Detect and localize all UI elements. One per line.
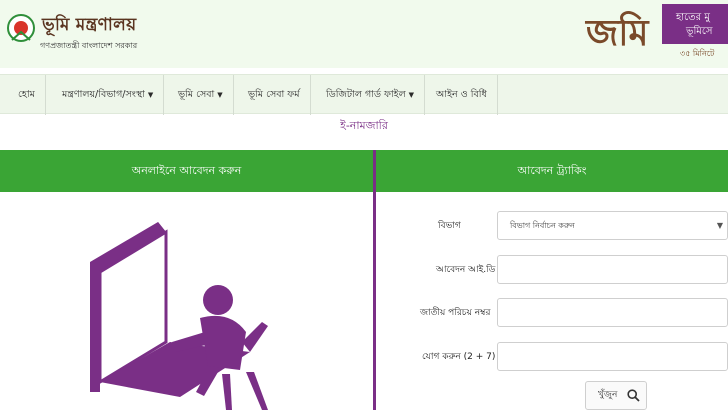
search-button[interactable]: খুঁজুন xyxy=(585,381,647,410)
nav-item-digital-guard-file[interactable]: ডিজিটাল গার্ড ফাইল ▼ xyxy=(316,75,426,115)
nid-label: জাতীয় পরিচয় নম্বর xyxy=(420,308,491,318)
nav-item-label: আইন ও বিধি xyxy=(436,89,487,100)
search-icon xyxy=(627,389,640,402)
ministry-title[interactable]: ভূমি মন্ত্রণালয় xyxy=(42,12,136,40)
bangladesh-emblem-icon[interactable] xyxy=(6,8,36,48)
division-select-value: বিভাগ নির্বাচন করুন xyxy=(510,221,575,230)
site-header: ভূমি মন্ত্রণালয় গণপ্রজাতন্ত্রী বাংলাদেশ… xyxy=(0,0,728,68)
ministry-subtitle: গণপ্রজাতন্ত্রী বাংলাদেশ সরকার xyxy=(40,41,138,50)
main-nav: হোম মন্ত্রণালয়/বিভাগ/সংস্থা ▼ ভূমি সেবা ▼… xyxy=(0,74,728,115)
nid-input[interactable] xyxy=(497,298,728,327)
nav-item-land-service[interactable]: ভূমি সেবা ▼ xyxy=(168,75,234,115)
nav-item-label: হোম xyxy=(18,89,35,100)
captcha-input[interactable] xyxy=(497,342,728,371)
nav-item-service-form[interactable]: ভূমি সেবা ফর্ম xyxy=(238,75,311,115)
apply-online-header: অনলাইনে আবেদন করুন xyxy=(0,150,373,192)
nav-item-label: ডিজিটাল গার্ড ফাইল xyxy=(326,89,406,100)
application-tracking-header: আবেদন ট্র্যাকিং xyxy=(376,150,728,192)
division-select[interactable]: বিভাগ নির্বাচন করুন ▼ xyxy=(497,211,728,240)
captcha-label: যোগ করুন (2 + 7) = xyxy=(422,352,506,362)
search-button-label: খুঁজুন xyxy=(598,390,618,400)
nav-item-label: ভূমি সেবা xyxy=(178,89,215,100)
caret-down-icon: ▼ xyxy=(217,91,223,99)
nav-item-label: ভূমি সেবা ফর্ম xyxy=(248,89,300,100)
nav-item-label: মন্ত্রণালয়/বিভাগ/সংস্থা xyxy=(62,89,145,100)
application-id-label: আবেদন আই.ডি xyxy=(436,265,496,275)
nav-item-law-rules[interactable]: আইন ও বিধি xyxy=(426,75,498,115)
jomi-banner-line2: ভূমিসে xyxy=(686,26,713,37)
division-label: বিভাগ xyxy=(438,221,461,231)
person-at-computer-illustration xyxy=(90,222,268,410)
caret-down-icon: ▼ xyxy=(408,91,415,99)
jomi-logo[interactable]: জমি xyxy=(586,8,649,58)
chevron-down-icon: ▼ xyxy=(716,221,723,230)
caret-down-icon: ▼ xyxy=(147,91,154,99)
panel-divider xyxy=(373,150,376,410)
application-id-input[interactable] xyxy=(497,255,728,284)
nav-item-home[interactable]: হোম xyxy=(8,75,46,115)
jomi-tagline: ৩৫ মিনিটে xyxy=(680,49,715,58)
page-title: ই-নামজারি xyxy=(340,119,388,132)
nav-item-ministry[interactable]: মন্ত্রণালয়/বিভাগ/সংস্থা ▼ xyxy=(52,75,165,115)
